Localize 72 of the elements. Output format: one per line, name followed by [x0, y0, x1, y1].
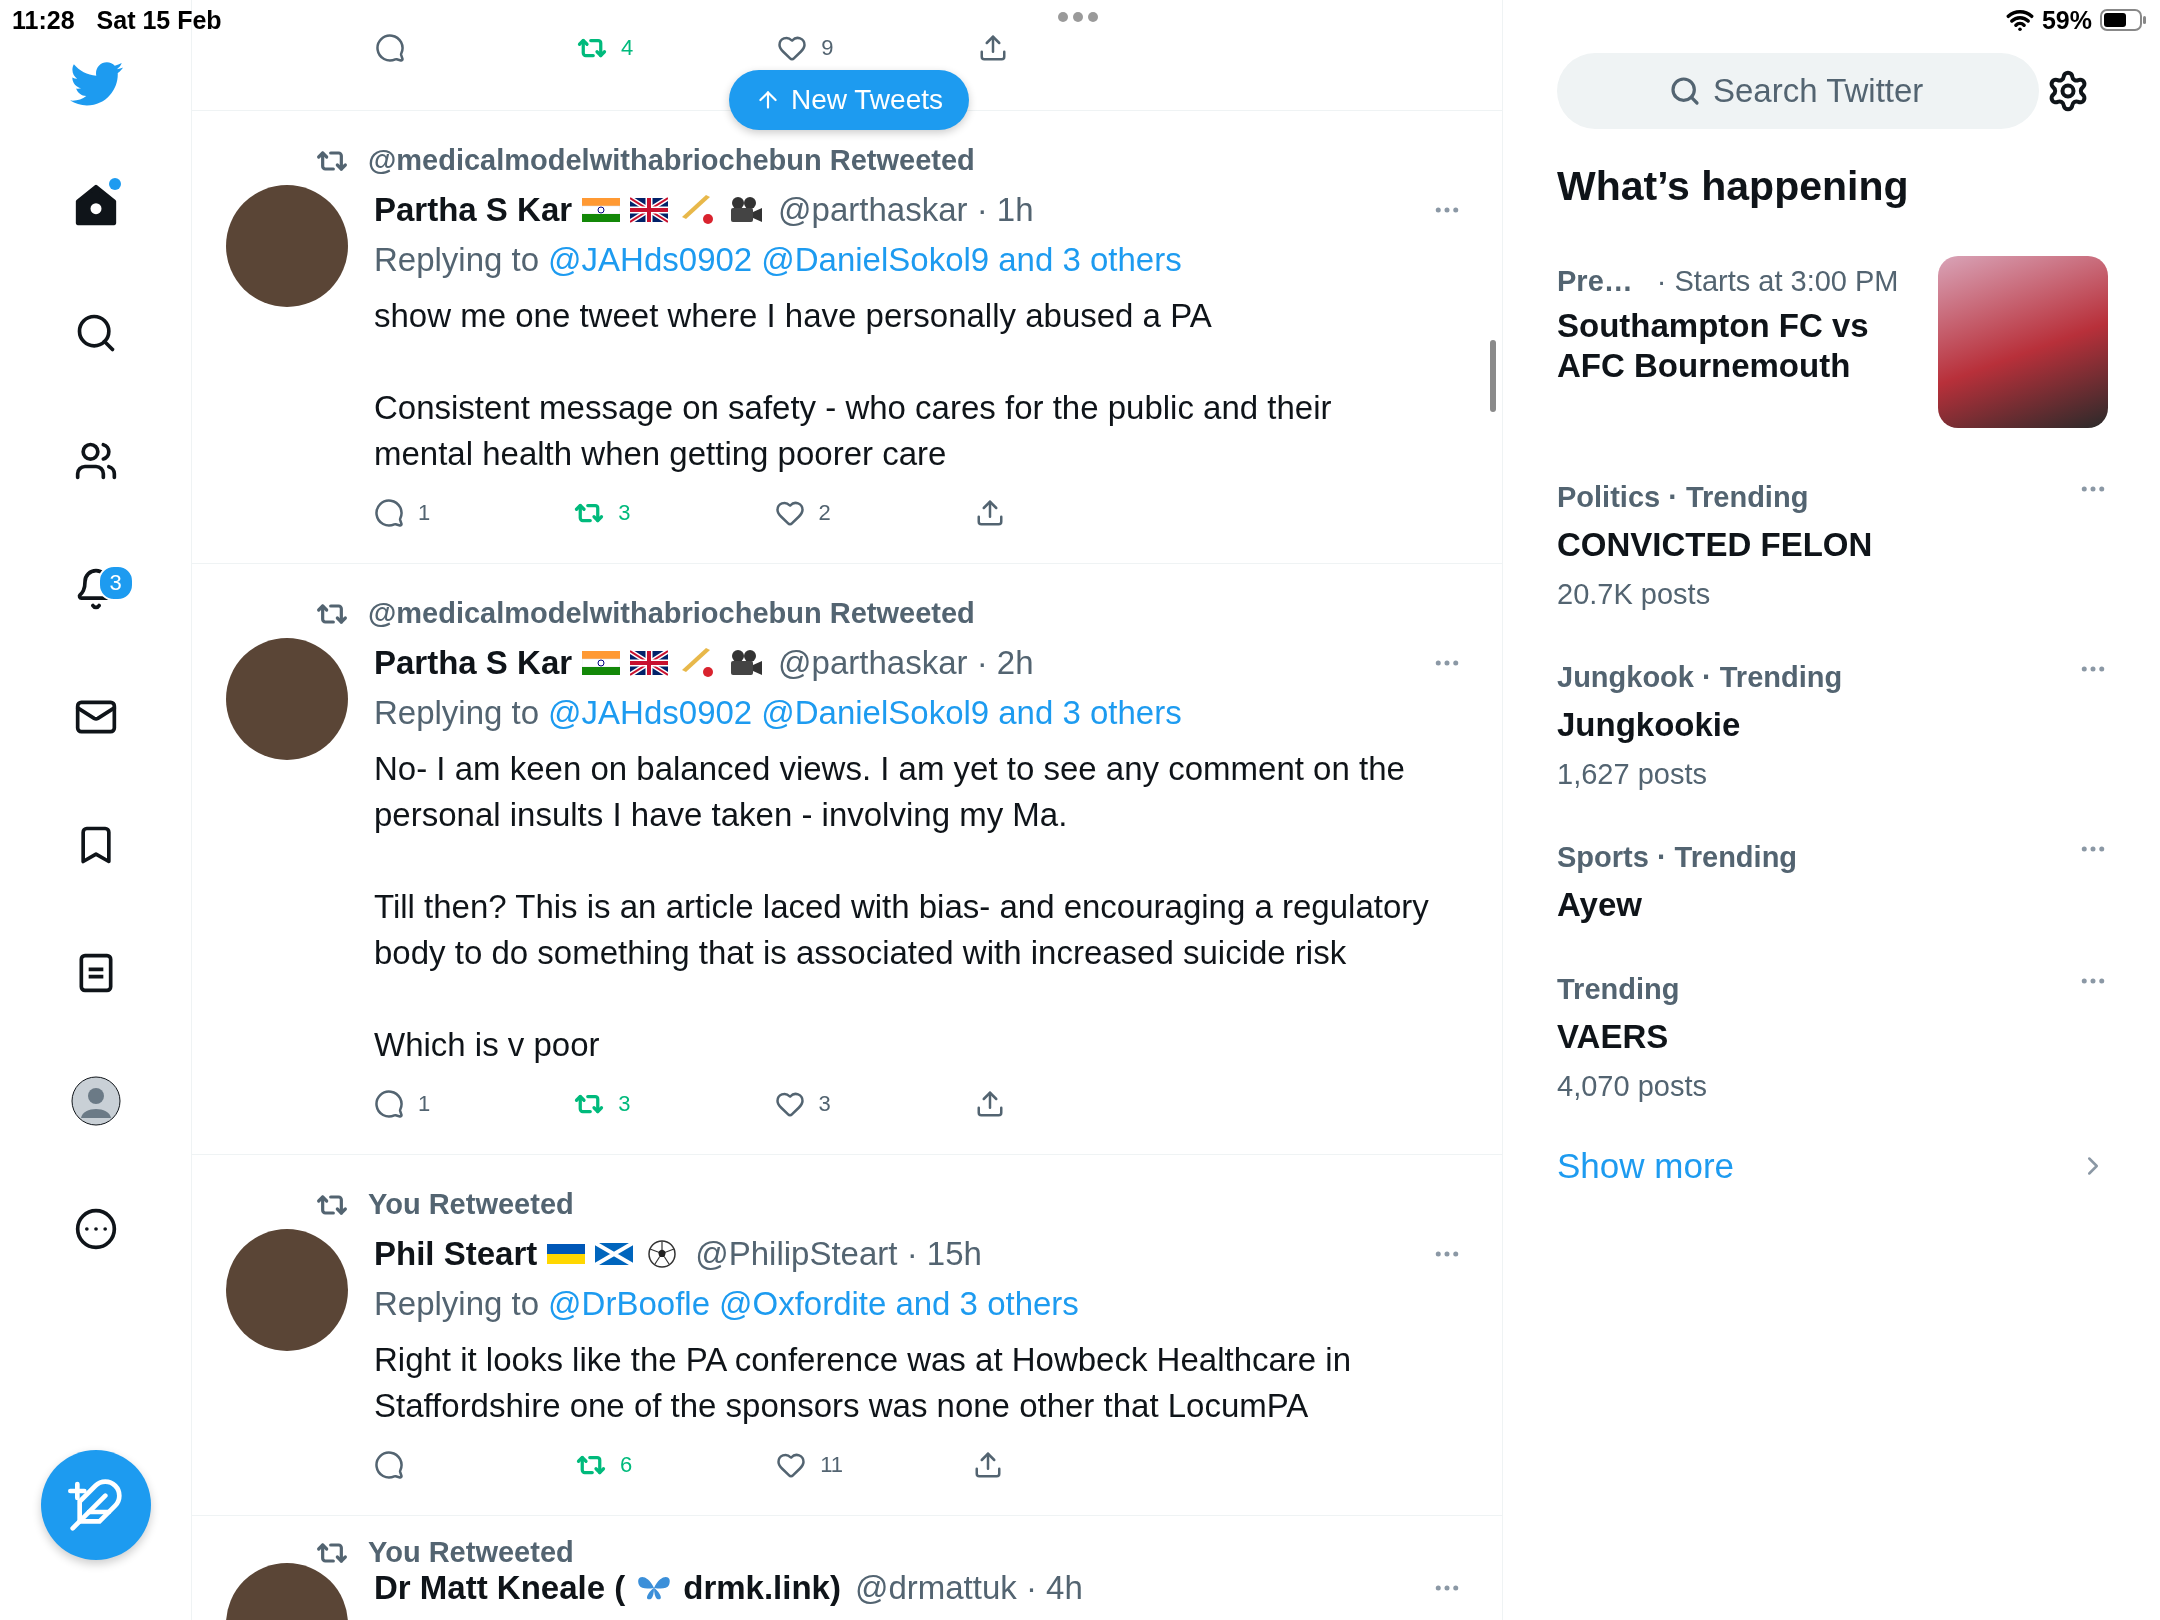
replying-to-label: Replying to	[374, 693, 540, 733]
like-button[interactable]: 3	[774, 1089, 831, 1119]
reply-button[interactable]: 1	[374, 1089, 431, 1119]
trend-item[interactable]: Politics · Trending CONVICTED FELON 20.7K posts	[1557, 474, 2108, 618]
author-name[interactable]: drmk.link)	[683, 1569, 841, 1607]
speech-bubble-icon	[375, 33, 405, 63]
trend-item[interactable]: Sports · Trending Ayew	[1557, 834, 2108, 930]
battery-percent: 59%	[2041, 5, 2092, 35]
replying-to-label: Replying to	[374, 1284, 540, 1324]
retweeted-by-label: @medicalmodelwithabriochebun Retweeted	[368, 597, 976, 630]
handle-and-time: @parthaskar · 2h	[778, 644, 1034, 682]
share-icon	[973, 1450, 1004, 1480]
replying-to-label: Replying to	[374, 240, 540, 280]
tweet-text: Right it looks like the PA conference was at Howbeck Healthcare in Staffordshire one of the sponsors was none other that LocumPA	[374, 1340, 1353, 1426]
handle-and-time: @parthaskar · 1h	[778, 191, 1034, 229]
scrollbar-thumb[interactable]	[1490, 340, 1496, 412]
reply-button[interactable]: 1	[374, 498, 431, 528]
tweet-text: show me one tweet where I have personally abused a PA	[374, 296, 1213, 336]
like-button[interactable]: 2	[774, 498, 831, 528]
reply-button[interactable]	[374, 1450, 404, 1480]
author-name[interactable]: Phil Steart	[374, 1235, 538, 1273]
trend-category: Trending	[1557, 972, 1680, 1007]
trend-item[interactable]: Jungkook · Trending Jungkookie 1,627 posts	[1557, 654, 2108, 798]
trend-title: VAERS	[1557, 1017, 1670, 1057]
tweet-text: Which is v poor	[374, 1025, 601, 1065]
uk-flag-icon	[630, 195, 669, 225]
like-button[interactable]: 11	[776, 1450, 844, 1480]
like-button[interactable]: 9	[777, 33, 834, 63]
tweet-text: Till then? This is an article laced with bias- and encouraging a regulatory body to do something that is associated with increased suicide risk	[374, 887, 1430, 973]
feather-plus-icon	[67, 1477, 124, 1533]
trend-detail: · Starts at 3:00 PM	[1656, 264, 1899, 299]
compose-tweet-button[interactable]	[40, 1450, 151, 1560]
tweet-text: No- I am keen on balanced views. I am yet to see any comment on the personal insults I have taken - involving my Ma.	[374, 749, 1406, 835]
notification-count: 3	[97, 565, 134, 601]
trend-category: Jungkook · Trending	[1557, 660, 1843, 695]
trend-item[interactable]: Pre… · Starts at 3:00 PM Southampton FC vs AFC Bournemouth	[1557, 258, 2108, 428]
speech-bubble-icon	[374, 1450, 404, 1480]
trend-title: Southampton FC vs AFC Bournemouth	[1557, 306, 1870, 386]
speech-bubble-icon	[374, 1089, 404, 1119]
author-name[interactable]: Partha S Kar	[374, 644, 573, 682]
uk-flag-icon	[630, 648, 669, 678]
multitasking-dots-icon[interactable]	[1058, 12, 1098, 22]
india-flag-icon	[582, 648, 621, 678]
battery-icon	[2100, 8, 2148, 32]
handle-and-time: @PhilipSteart · 15h	[695, 1235, 982, 1273]
share-button[interactable]	[973, 1450, 1004, 1480]
section-heading: What’s happening	[1557, 163, 1910, 210]
trend-title: CONVICTED FELON	[1557, 525, 1874, 565]
status-date: Sat 15 Feb	[96, 5, 222, 35]
trend-post-count: 1,627 posts	[1557, 757, 1708, 792]
trend-category: Politics · Trending	[1557, 480, 1809, 515]
handle-and-time: @drmattuk · 4h	[854, 1569, 1083, 1607]
tweet-card[interactable]: You Retweeted Dr Matt Kneale ( drmk.link) @drmattuk · 4h	[192, 1516, 1502, 1620]
trend-title: Jungkookie	[1557, 705, 1742, 745]
retweeted-by-label: You Retweeted	[368, 1188, 575, 1221]
search-icon	[1669, 75, 1701, 107]
reply-button[interactable]	[375, 33, 405, 63]
trend-title: Ayew	[1557, 885, 1643, 925]
trend-category: Pre…	[1557, 264, 1633, 299]
retweeted-by-label: @medicalmodelwithabriochebun Retweeted	[368, 144, 976, 177]
trend-category: Sports · Trending	[1557, 840, 1798, 875]
trend-post-count: 4,070 posts	[1557, 1069, 1708, 1104]
trend-post-count: 20.7K posts	[1557, 577, 1712, 612]
status-time: 11:28	[12, 5, 75, 35]
retweeted-by-label: You Retweeted	[368, 1536, 575, 1569]
trend-item[interactable]: Trending VAERS 4,070 posts	[1557, 966, 2108, 1110]
speech-bubble-icon	[374, 498, 404, 528]
author-name[interactable]: Partha S Kar	[374, 191, 573, 229]
tweet-text: Consistent message on safety - who cares for the public and their mental health when getting poorer care	[374, 388, 1333, 474]
search-field[interactable]: Search Twitter	[1557, 53, 2039, 129]
india-flag-icon	[582, 195, 621, 225]
author-name[interactable]: Dr Matt Kneale (	[374, 1569, 626, 1607]
